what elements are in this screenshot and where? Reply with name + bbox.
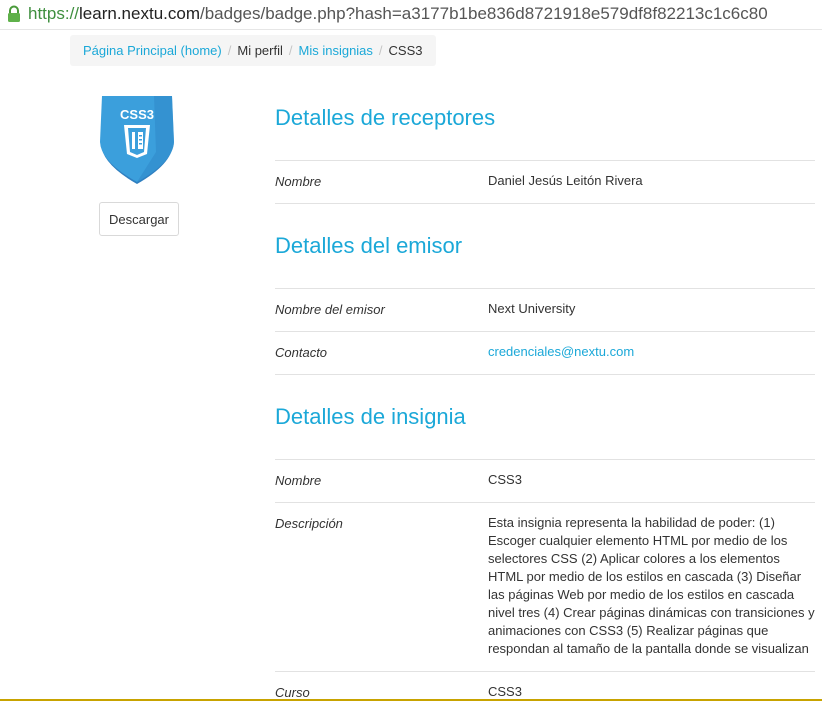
address-bar[interactable]: https://learn.nextu.com/badges/badge.php… [0,0,822,30]
badge-label: CSS3 [120,107,154,122]
recipient-name-value: Daniel Jesús Leitón Rivera [488,173,643,188]
breadcrumb-my-profile[interactable]: Mi perfil [237,43,283,58]
issuer-name-label: Nombre del emisor [275,302,385,317]
url-host: learn.nextu.com [79,4,200,23]
issuer-name-value: Next University [488,301,576,316]
recipient-details-title: Detalles de receptores [275,105,496,130]
divider [275,331,815,332]
breadcrumb-separator: / [227,43,232,58]
divider [275,671,815,672]
badge-description-label: Descripción [275,516,343,531]
url-text[interactable]: https://learn.nextu.com/badges/badge.php… [28,4,768,24]
recipient-name-label: Nombre [275,174,322,189]
badge-image: CSS3 [96,92,178,186]
divider [275,203,815,204]
url-protocol: https:// [28,4,80,23]
issuer-contact-label: Contacto [275,345,328,360]
divider [275,288,815,289]
issuer-details-title: Detalles del emisor [275,233,463,258]
css3-shield-icon: CSS3 [100,96,174,184]
badge-name-value: CSS3 [488,472,522,487]
url-path: /badges/badge.php?hash=a3177b1be836d8721… [199,4,768,23]
breadcrumb-separator: / [288,43,293,58]
breadcrumb-home-link[interactable]: Página Principal (home) [83,43,222,58]
badge-name-label: Nombre [275,473,322,488]
download-button[interactable]: Descargar [99,202,179,236]
badge-details-title: Detalles de insignia [275,404,466,429]
issuer-contact-email-link[interactable]: credenciales@nextu.com [488,343,818,361]
course-label: Curso [275,685,310,700]
breadcrumb-separator: / [378,43,383,58]
divider [275,160,815,161]
divider [275,502,815,503]
breadcrumb-my-badges-link[interactable]: Mis insignias [299,43,373,58]
breadcrumb: Página Principal (home) / Mi perfil / Mi… [70,35,436,66]
lock-icon [8,5,20,22]
badge-description-value: Esta insignia representa la habilidad de… [488,515,815,656]
breadcrumb-current: CSS3 [388,43,423,58]
divider [275,374,815,375]
divider [275,459,815,460]
